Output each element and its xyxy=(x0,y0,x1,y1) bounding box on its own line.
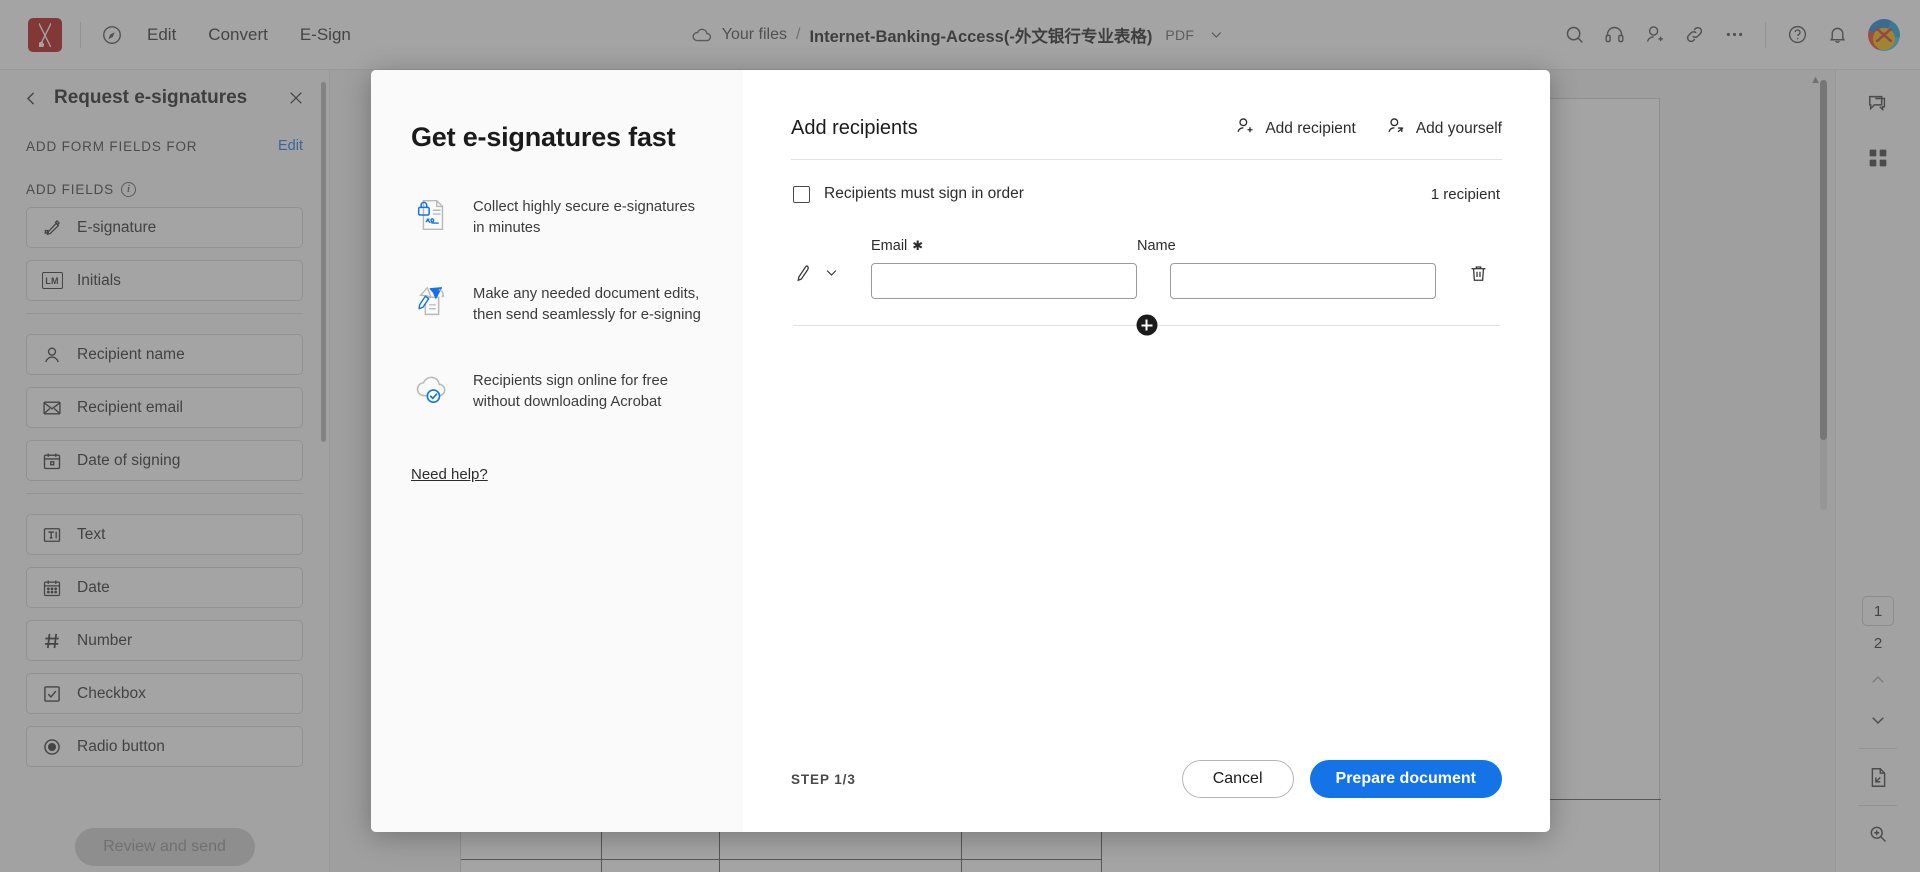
sign-in-order-label: Recipients must sign in order xyxy=(824,185,1024,203)
modal-recipients-panel: Add recipients Add recipient xyxy=(743,70,1550,832)
add-yourself-icon xyxy=(1386,116,1406,141)
chevron-down-icon[interactable] xyxy=(824,265,839,285)
name-field-group: Name xyxy=(1137,238,1436,299)
recipients-title: Add recipients xyxy=(791,117,918,140)
required-marker: ✱ xyxy=(912,238,923,254)
sign-in-order-checkbox[interactable]: Recipients must sign in order xyxy=(793,185,1024,203)
sign-order-row: Recipients must sign in order 1 recipien… xyxy=(791,160,1502,203)
benefit-item: Make any needed document edits, then sen… xyxy=(411,282,703,327)
name-label: Name xyxy=(1137,238,1436,254)
benefit-item: Recipients sign online for free without … xyxy=(411,369,703,414)
benefit-text: Collect highly secure e-signatures in mi… xyxy=(473,195,703,240)
recipient-role-selector[interactable] xyxy=(793,262,871,299)
need-help-link[interactable]: Need help? xyxy=(411,466,703,483)
recipient-divider xyxy=(793,325,1500,326)
app-root: Nominee 6 Given Name: Surname: 1.2.3.4.5… xyxy=(0,0,1920,872)
edit-send-icon xyxy=(411,282,453,322)
request-esignatures-modal: Get e-signatures fast Collect highly sec… xyxy=(371,70,1550,832)
recipients-header: Add recipients Add recipient xyxy=(791,116,1502,159)
recipient-count: 1 recipient xyxy=(1431,186,1500,203)
email-input[interactable] xyxy=(871,263,1137,299)
add-recipient-icon xyxy=(1235,116,1255,141)
plus-circle-icon[interactable] xyxy=(1136,315,1157,336)
benefit-text: Recipients sign online for free without … xyxy=(473,369,703,414)
secure-document-icon xyxy=(411,195,453,235)
email-field-group: Email ✱ xyxy=(871,238,1137,299)
footer-buttons: Cancel Prepare document xyxy=(1182,760,1502,798)
benefit-item: Collect highly secure e-signatures in mi… xyxy=(411,195,703,240)
add-recipient-button[interactable]: Add recipient xyxy=(1235,116,1355,141)
cancel-button[interactable]: Cancel xyxy=(1182,760,1294,798)
cloud-check-icon xyxy=(411,369,453,409)
add-yourself-button[interactable]: Add yourself xyxy=(1386,116,1502,141)
modal-footer: STEP 1/3 Cancel Prepare document xyxy=(791,760,1502,798)
step-indicator: STEP 1/3 xyxy=(791,772,856,787)
email-label: Email ✱ xyxy=(871,238,1137,254)
add-yourself-label: Add yourself xyxy=(1416,120,1502,138)
benefit-text: Make any needed document edits, then sen… xyxy=(473,282,703,327)
name-input[interactable] xyxy=(1170,263,1436,299)
modal-heading: Get e-signatures fast xyxy=(411,122,703,153)
signer-pen-icon xyxy=(793,262,814,288)
recipients-actions: Add recipient Add yourself xyxy=(1235,116,1502,141)
add-recipient-label: Add recipient xyxy=(1265,120,1355,138)
email-label-text: Email xyxy=(871,238,907,254)
trash-icon[interactable] xyxy=(1468,263,1489,299)
recipient-row: Email ✱ Name xyxy=(791,203,1502,299)
prepare-document-button[interactable]: Prepare document xyxy=(1310,760,1502,798)
modal-promo-panel: Get e-signatures fast Collect highly sec… xyxy=(371,70,743,832)
checkbox-box[interactable] xyxy=(793,186,810,203)
